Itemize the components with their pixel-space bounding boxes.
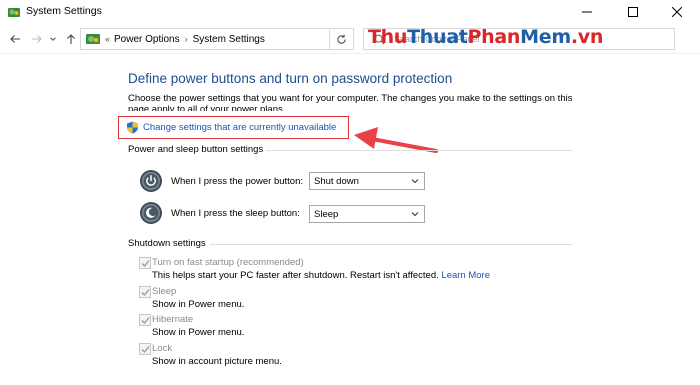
hibernate-checkbox[interactable] <box>139 314 151 326</box>
change-settings-link-text[interactable]: Change settings that are currently unava… <box>143 122 336 133</box>
sleep-option-title: Sleep <box>152 286 177 297</box>
sleep-button-icon <box>140 202 162 224</box>
breadcrumb-power-options[interactable]: Power Options <box>114 34 180 45</box>
power-button-action-value: Shut down <box>314 175 359 187</box>
watermark-part: .vn <box>570 26 604 48</box>
checkmark-icon <box>141 316 150 324</box>
back-button[interactable] <box>8 32 22 46</box>
change-settings-link[interactable]: Change settings that are currently unava… <box>126 121 336 134</box>
control-panel-icon <box>86 34 100 44</box>
description-line-partial: page apply to all of your power plans. <box>128 104 286 111</box>
control-panel-icon <box>8 8 20 17</box>
sleep-checkbox[interactable] <box>139 286 151 298</box>
hibernate-option-description: Show in Power menu. <box>152 327 245 338</box>
refresh-icon <box>337 34 346 44</box>
close-icon <box>672 7 682 17</box>
minimize-icon <box>582 11 592 13</box>
watermark-logo: ThuThuatPhanMem.vn <box>368 26 603 48</box>
refresh-button[interactable] <box>330 28 354 50</box>
watermark-part: Thuat <box>407 26 468 48</box>
maximize-icon <box>628 7 638 17</box>
power-button-icon <box>140 170 162 192</box>
fast-startup-description-text: This helps start your PC faster after sh… <box>152 270 439 281</box>
power-button-label: When I press the power button: <box>171 176 304 187</box>
section-divider <box>210 244 572 245</box>
arrow-up-icon <box>67 34 75 44</box>
watermark-part: Mem <box>520 26 571 48</box>
section-title-shutdown: Shutdown settings <box>128 238 206 249</box>
minimize-button[interactable] <box>564 0 610 24</box>
chevron-down-icon <box>411 212 419 217</box>
arrow-right-icon <box>32 35 42 43</box>
page-description: Choose the power settings that you want … <box>128 93 598 111</box>
chevron-down-icon <box>50 37 56 41</box>
sleep-button-action-value: Sleep <box>314 208 339 220</box>
fast-startup-title: Turn on fast startup (recommended) <box>152 257 304 268</box>
fast-startup-description: This helps start your PC faster after sh… <box>152 270 490 281</box>
description-line: Choose the power settings that you want … <box>128 93 573 104</box>
hibernate-option-title: Hibernate <box>152 314 194 325</box>
lock-option-description: Show in account picture menu. <box>152 356 282 367</box>
chevron-down-icon <box>411 179 419 184</box>
section-divider <box>266 150 572 151</box>
close-button[interactable] <box>654 0 700 24</box>
watermark-part: Phan <box>467 26 521 48</box>
breadcrumb-separator-icon: › <box>184 34 188 44</box>
checkmark-icon <box>141 288 150 296</box>
annotation-arrow-icon <box>354 127 438 153</box>
watermark-part: Thu <box>368 26 408 48</box>
checkmark-icon <box>141 259 150 267</box>
fast-startup-checkbox[interactable] <box>139 257 151 269</box>
up-button[interactable] <box>64 32 78 46</box>
recent-locations-button[interactable] <box>48 32 58 46</box>
uac-shield-icon <box>127 121 138 134</box>
page-title: Define power buttons and turn on passwor… <box>128 71 453 86</box>
checkmark-icon <box>141 345 150 353</box>
sleep-button-label: When I press the sleep button: <box>171 208 300 219</box>
learn-more-link[interactable]: Learn More <box>441 270 490 281</box>
arrow-left-icon <box>10 35 20 43</box>
sleep-option-description: Show in Power menu. <box>152 299 245 310</box>
maximize-button[interactable] <box>610 0 656 24</box>
section-title-power-buttons: Power and sleep button settings <box>128 144 264 155</box>
window-title: System Settings <box>26 5 102 17</box>
lock-option-title: Lock <box>152 343 173 354</box>
title-bar: System Settings <box>0 0 700 24</box>
breadcrumb-overflow[interactable]: « <box>105 34 110 44</box>
sleep-button-action-select[interactable]: Sleep <box>309 205 425 223</box>
forward-button[interactable] <box>30 32 44 46</box>
address-bar[interactable]: « Power Options › System Settings <box>80 28 330 50</box>
breadcrumb-system-settings[interactable]: System Settings <box>193 34 265 45</box>
lock-checkbox[interactable] <box>139 343 151 355</box>
power-button-action-select[interactable]: Shut down <box>309 172 425 190</box>
